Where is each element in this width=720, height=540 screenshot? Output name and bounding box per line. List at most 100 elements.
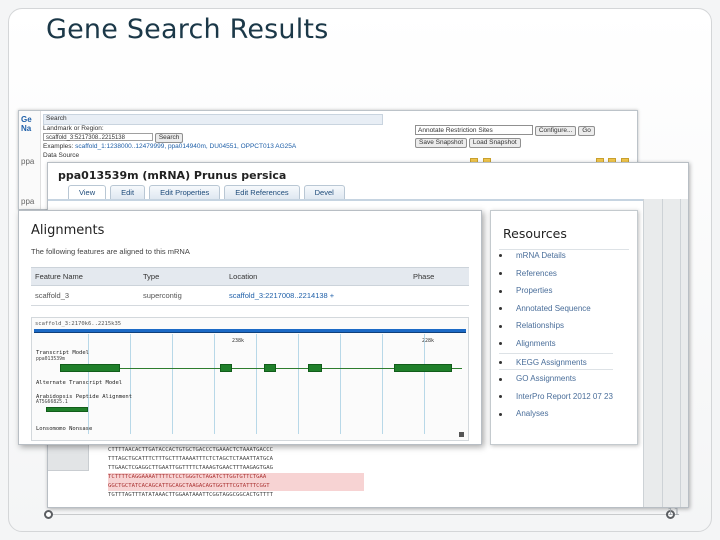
bullet-icon: [499, 395, 502, 399]
annotate-select[interactable]: Annotate Restriction Sites: [415, 125, 533, 135]
resource-label: InterPro Report 2012 07 23: [516, 391, 613, 401]
grid-line: [382, 334, 383, 434]
exon-block[interactable]: [60, 364, 120, 372]
grid-line: [256, 334, 257, 434]
resource-label: GO Assignments: [516, 374, 577, 384]
table-row: scaffold_3 supercontig scaffold_3:221700…: [31, 285, 469, 306]
landmark-value: scaffold_3:5217308..2215138: [46, 135, 125, 142]
resource-item-relationships[interactable]: Relationships: [499, 317, 613, 335]
resource-item-kegg-assignments[interactable]: KEGG Assignments: [499, 352, 613, 371]
sequence-line: TGTTTAGTTTATATAAACTTGGAATAAATTCGGTAGGCGG…: [108, 492, 274, 498]
bullet-icon: [499, 254, 502, 258]
alignments-table: Feature Name Type Location Phase scaffol…: [31, 267, 469, 306]
exon-block[interactable]: [308, 364, 322, 372]
sequence-line: TTGAACTCGAGGCTTGAATTGGTTTTCTAAAGTGAACTTT…: [108, 465, 274, 471]
resource-item-annotated-sequence[interactable]: Annotated Sequence: [499, 300, 613, 318]
type-cell: supercontig: [139, 285, 225, 306]
tab-edit-properties[interactable]: Edit Properties: [149, 185, 221, 199]
search-header: Search: [43, 114, 383, 125]
go-button[interactable]: Go: [578, 126, 595, 136]
gbrowse-logo: Ge Na: [21, 115, 32, 133]
tabs-divider: [48, 199, 688, 201]
bullet-icon: [499, 342, 502, 346]
gbrowse-search-box: Search Landmark or Region: scaffold_3:52…: [43, 114, 383, 160]
resource-item-alignments[interactable]: Alignments: [499, 335, 613, 353]
column-header[interactable]: Type: [139, 267, 225, 286]
save-snapshot-button[interactable]: Save Snapshot: [415, 138, 468, 148]
transcript-label: Transcript Model: [36, 350, 89, 356]
feature-name-cell: scaffold_3: [31, 285, 139, 306]
phase-cell: [409, 285, 469, 306]
tab-edit-references[interactable]: Edit References: [224, 185, 300, 199]
column-header[interactable]: Location: [225, 267, 409, 286]
bullet-icon: [499, 412, 502, 416]
tab-devel[interactable]: Devel: [303, 185, 345, 199]
load-snapshot-button[interactable]: Load Snapshot: [468, 138, 521, 148]
resource-item-interpro-report[interactable]: InterPro Report 2012 07 23: [499, 388, 613, 406]
gbrowse-side-text-2: ppa: [21, 197, 35, 206]
resource-label: Properties: [516, 286, 553, 296]
mrna-tabs: View Edit Edit Properties Edit Reference…: [68, 185, 345, 199]
resource-label: Relationships: [516, 321, 565, 331]
track-viewer[interactable]: scaffold_3:2170k6..2215k35 238k 228k Tra…: [31, 317, 469, 441]
ruler-label: scaffold_3:2170k6..2215k35: [35, 321, 122, 327]
slide-title: Gene Search Results: [46, 14, 329, 45]
peptide-block[interactable]: [46, 407, 88, 412]
lonsomomo-label: Lonsomomo Nonsase: [36, 426, 93, 432]
grid-line: [424, 334, 425, 434]
grid-line: [214, 334, 215, 434]
bullet-icon: [499, 307, 502, 311]
resource-label: Alignments: [516, 338, 556, 348]
gbrowse-side-text: ppa: [21, 157, 35, 166]
grid-line: [172, 334, 173, 434]
exon-block[interactable]: [220, 364, 232, 372]
bullet-icon: [499, 377, 502, 381]
peptide-id: AT5G66825.1: [36, 400, 68, 405]
resource-item-mrna-details[interactable]: mRNA Details: [499, 247, 613, 265]
resource-item-go-assignments[interactable]: GO Assignments: [499, 370, 613, 388]
resources-list: mRNA Details References Properties Annot…: [499, 247, 613, 423]
alignments-panel: Alignments The following features are al…: [18, 210, 482, 445]
location-link[interactable]: scaffold_3:2217008..2214138 +: [225, 285, 409, 306]
column-header[interactable]: Feature Name: [31, 267, 139, 286]
bullet-icon: [499, 360, 502, 364]
landmark-label: Landmark or Region:: [43, 124, 104, 132]
mrna-title: ppa013539m (mRNA) Prunus persica: [58, 169, 287, 182]
gutter-divider: [662, 199, 663, 507]
bullet-icon: [499, 324, 502, 328]
track-scroll-handle[interactable]: [459, 432, 464, 437]
footer-rule: [48, 514, 672, 515]
search-button[interactable]: Search: [154, 133, 184, 143]
gbrowse-sidebar: Ge Na ppa ppa: [19, 111, 41, 209]
examples-links[interactable]: scaffold_1:1238000..12479999, ppa014940m…: [75, 143, 296, 150]
tab-edit[interactable]: Edit: [110, 185, 146, 199]
alignments-title: Alignments: [31, 223, 105, 238]
column-header[interactable]: Phase: [409, 267, 469, 286]
sequence-line: TTTAGCTGCATTTCTTTGCTTTAAAATTTCTCTAGCTCTA…: [108, 456, 274, 462]
resource-item-references[interactable]: References: [499, 265, 613, 283]
sequence-panel: CTTTTAACACTTGATACCACTGTGCTGACCCTGAAACTCT…: [106, 446, 364, 507]
right-gutter: [643, 199, 688, 507]
alt-transcript-label: Alternate Transcript Model: [36, 380, 123, 386]
resource-item-analyses[interactable]: Analyses: [499, 405, 613, 423]
alignments-subtitle: The following features are aligned to th…: [31, 247, 190, 256]
alignments-header-row: Feature Name Type Location Phase: [31, 267, 469, 286]
exon-block[interactable]: [264, 364, 276, 372]
configure-button[interactable]: Configure...: [534, 126, 577, 136]
page-number: 11: [667, 507, 680, 518]
gbrowse-annotate-row: Annotate Restriction Sites Configure... …: [415, 125, 595, 136]
grid-line: [130, 334, 131, 434]
resource-label: KEGG Assignments: [516, 357, 587, 367]
tab-view[interactable]: View: [68, 185, 107, 199]
bullet-icon: [499, 289, 502, 293]
sequence-line: CTTTTAACACTTGATACCACTGTGCTGACCCTGAAACTCT…: [108, 447, 274, 453]
gbrowse-snapshot-row: Save Snapshot Load Snapshot: [415, 138, 521, 148]
landmark-input[interactable]: scaffold_3:5217308..2215138: [43, 133, 153, 142]
footer-dot-left: [44, 510, 53, 519]
exon-block[interactable]: [394, 364, 452, 372]
resource-label: mRNA Details: [516, 251, 566, 260]
resource-item-properties[interactable]: Properties: [499, 282, 613, 300]
grid-line: [298, 334, 299, 434]
gray-block: [48, 443, 89, 471]
gutter-divider: [680, 199, 681, 507]
